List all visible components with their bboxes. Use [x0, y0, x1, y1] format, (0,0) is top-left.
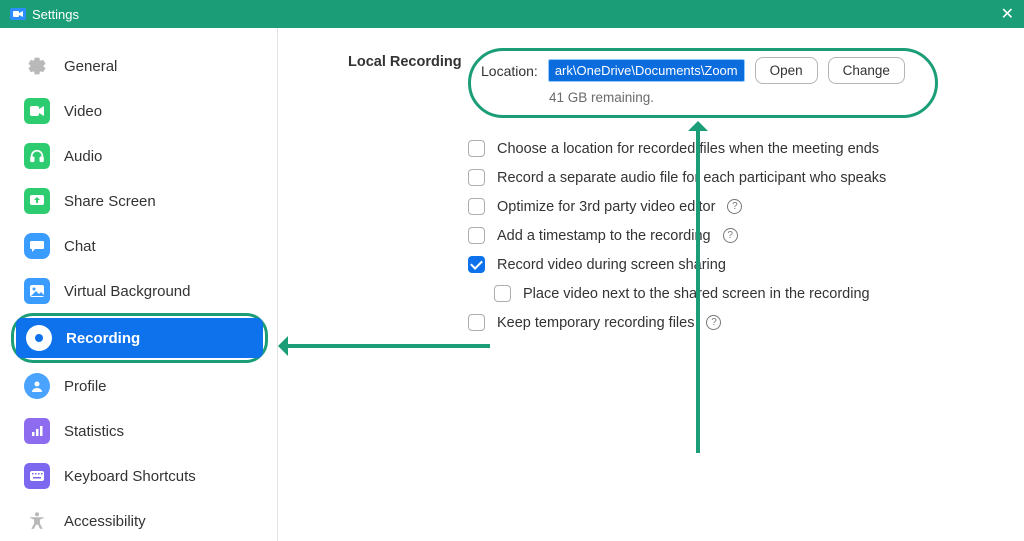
video-icon	[24, 98, 50, 124]
share-screen-icon	[24, 188, 50, 214]
sidebar-item-label: Accessibility	[64, 513, 146, 530]
sidebar-item-label: General	[64, 58, 117, 75]
option-record-during-share[interactable]: Record video during screen sharing	[468, 256, 994, 273]
open-button[interactable]: Open	[755, 57, 818, 84]
sidebar-item-share-screen[interactable]: Share Screen	[14, 181, 265, 221]
sidebar-item-label: Share Screen	[64, 193, 156, 210]
window-title: Settings	[32, 7, 79, 22]
option-timestamp[interactable]: Add a timestamp to the recording ?	[468, 227, 994, 244]
sidebar-item-label: Audio	[64, 148, 102, 165]
checkbox-icon[interactable]	[468, 140, 485, 157]
option-place-video-next[interactable]: Place video next to the shared screen in…	[494, 285, 994, 302]
gear-icon	[24, 53, 50, 79]
change-button[interactable]: Change	[828, 57, 905, 84]
sidebar-item-label: Profile	[64, 378, 107, 395]
option-choose-location[interactable]: Choose a location for recorded files whe…	[468, 140, 994, 157]
sidebar-item-accessibility[interactable]: Accessibility	[14, 501, 265, 541]
annotation-highlight-location: Location: ark\OneDrive\Documents\Zoom Op…	[468, 48, 938, 118]
image-icon	[24, 278, 50, 304]
sidebar-item-label: Recording	[66, 330, 140, 347]
sidebar-item-recording[interactable]: Recording	[16, 318, 263, 358]
info-icon[interactable]: ?	[723, 228, 738, 243]
location-label: Location:	[481, 63, 538, 79]
sidebar-item-keyboard-shortcuts[interactable]: Keyboard Shortcuts	[14, 456, 265, 496]
remaining-text: 41 GB remaining.	[549, 90, 905, 105]
sidebar: General Video Audio Share Screen Chat	[0, 28, 278, 541]
options-list: Choose a location for recorded files whe…	[468, 140, 994, 331]
accessibility-icon	[24, 508, 50, 534]
headphones-icon	[24, 143, 50, 169]
option-keep-temp-files[interactable]: Keep temporary recording files ?	[468, 314, 994, 331]
close-icon[interactable]: ✕	[1001, 4, 1014, 24]
sidebar-item-label: Chat	[64, 238, 96, 255]
sidebar-item-virtual-background[interactable]: Virtual Background	[14, 271, 265, 311]
record-icon	[26, 325, 52, 351]
option-label: Keep temporary recording files	[497, 315, 694, 331]
checkbox-icon[interactable]	[468, 256, 485, 273]
sidebar-item-label: Video	[64, 103, 102, 120]
sidebar-item-statistics[interactable]: Statistics	[14, 411, 265, 451]
chart-icon	[24, 418, 50, 444]
checkbox-icon[interactable]	[468, 227, 485, 244]
main-panel: Local Recording Location: ark\OneDrive\D…	[278, 28, 1024, 541]
checkbox-icon[interactable]	[468, 314, 485, 331]
chat-icon	[24, 233, 50, 259]
info-icon[interactable]: ?	[706, 315, 721, 330]
info-icon[interactable]: ?	[727, 199, 742, 214]
option-label: Add a timestamp to the recording	[497, 228, 711, 244]
sidebar-item-chat[interactable]: Chat	[14, 226, 265, 266]
checkbox-icon[interactable]	[468, 169, 485, 186]
option-label: Record video during screen sharing	[497, 257, 726, 273]
annotation-highlight-recording: Recording	[11, 313, 268, 363]
sidebar-item-label: Virtual Background	[64, 283, 190, 300]
checkbox-icon[interactable]	[468, 198, 485, 215]
option-label: Record a separate audio file for each pa…	[497, 170, 886, 186]
keyboard-icon	[24, 463, 50, 489]
option-optimize-3rd-party[interactable]: Optimize for 3rd party video editor ?	[468, 198, 994, 215]
annotation-arrow-horizontal	[280, 344, 490, 348]
app-badge-icon	[10, 8, 26, 20]
option-separate-audio[interactable]: Record a separate audio file for each pa…	[468, 169, 994, 186]
sidebar-item-audio[interactable]: Audio	[14, 136, 265, 176]
title-bar: Settings ✕	[0, 0, 1024, 28]
checkbox-icon[interactable]	[494, 285, 511, 302]
option-label: Optimize for 3rd party video editor	[497, 199, 715, 215]
section-title: Local Recording	[348, 48, 468, 70]
user-icon	[24, 373, 50, 399]
annotation-arrow-vertical	[696, 123, 700, 453]
sidebar-item-profile[interactable]: Profile	[14, 366, 265, 406]
option-label: Choose a location for recorded files whe…	[497, 141, 879, 157]
sidebar-item-video[interactable]: Video	[14, 91, 265, 131]
location-path-input[interactable]: ark\OneDrive\Documents\Zoom	[548, 59, 745, 82]
sidebar-item-label: Statistics	[64, 423, 124, 440]
sidebar-item-general[interactable]: General	[14, 46, 265, 86]
sidebar-item-label: Keyboard Shortcuts	[64, 468, 196, 485]
